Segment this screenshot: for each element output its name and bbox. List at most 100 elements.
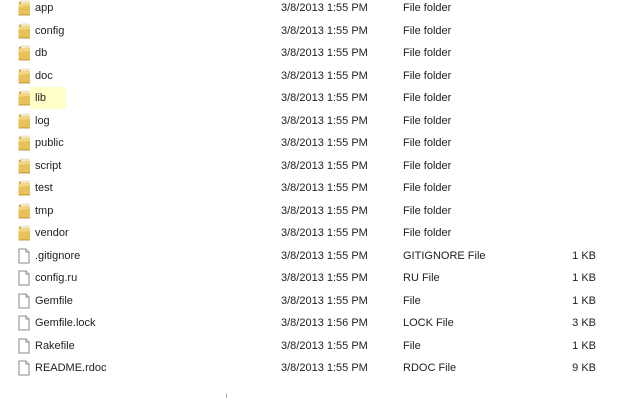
icon-cell: [17, 110, 31, 133]
date-modified: 3/8/2013 1:55 PM: [281, 182, 368, 194]
file-name[interactable]: log: [35, 110, 50, 133]
file-name[interactable]: lib: [35, 87, 46, 110]
file-icon: [17, 270, 31, 286]
folder-row-test[interactable]: test 3/8/2013 1:55 PM File folder: [0, 177, 625, 200]
file-name[interactable]: README.rdoc: [35, 357, 107, 380]
file-type: File folder: [403, 227, 452, 239]
file-row-gemfile-lock[interactable]: Gemfile.lock 3/8/2013 1:56 PM LOCK File 3 K…: [0, 312, 625, 335]
folder-icon: [17, 45, 31, 61]
file-size: [540, 110, 596, 133]
folder-row-db[interactable]: db 3/8/2013 1:55 PM File folder: [0, 42, 625, 65]
file-row-readme-rdoc[interactable]: README.rdoc 3/8/2013 1:55 PM RDOC File 9 KB: [0, 357, 625, 380]
date-modified: 3/8/2013 1:55 PM: [281, 339, 368, 352]
file-type: File folder: [403, 2, 452, 14]
icon-cell: [17, 42, 31, 65]
icon-cell: [17, 20, 31, 43]
file-name[interactable]: Rakefile: [35, 335, 75, 358]
file-type: GITIGNORE File: [403, 249, 486, 262]
file-row-rakefile[interactable]: Rakefile 3/8/2013 1:55 PM File 1 KB: [0, 335, 625, 358]
folder-row-public[interactable]: public 3/8/2013 1:55 PM File folder: [0, 132, 625, 155]
file-size: [540, 177, 596, 200]
file-icon: [17, 248, 31, 264]
folder-icon: [17, 135, 31, 151]
folder-row-tmp[interactable]: tmp 3/8/2013 1:55 PM File folder: [0, 200, 625, 223]
text-cursor-mark: [226, 393, 231, 398]
file-size: [540, 42, 596, 65]
icon-cell: [17, 357, 31, 380]
file-size: [540, 65, 596, 88]
file-name[interactable]: config: [35, 20, 64, 43]
icon-cell: [17, 312, 31, 335]
folder-row-doc[interactable]: doc 3/8/2013 1:55 PM File folder: [0, 65, 625, 88]
folder-icon: [17, 180, 31, 196]
file-name[interactable]: tmp: [35, 200, 53, 223]
file-size: 1 KB: [572, 272, 596, 284]
file-type: File folder: [403, 159, 452, 172]
file-name[interactable]: doc: [35, 65, 53, 88]
icon-cell: [17, 177, 31, 200]
folder-icon: [17, 203, 31, 219]
file-row-gemfile[interactable]: Gemfile 3/8/2013 1:55 PM File 1 KB: [0, 290, 625, 313]
file-type: File folder: [403, 24, 452, 37]
file-name[interactable]: public: [35, 132, 64, 155]
file-size: [540, 155, 596, 178]
file-size: [540, 200, 596, 223]
icon-cell: [17, 200, 31, 223]
folder-row-app[interactable]: app 3/8/2013 1:55 PM File folder: [0, 0, 625, 20]
date-modified: 3/8/2013 1:55 PM: [281, 362, 368, 374]
file-icon: [17, 338, 31, 354]
file-size: [540, 87, 596, 110]
icon-cell: [17, 222, 31, 245]
file-type: RU File: [403, 272, 440, 284]
file-name[interactable]: vendor: [35, 222, 69, 245]
file-name[interactable]: test: [35, 177, 53, 200]
file-type: File folder: [403, 47, 452, 59]
date-modified: 3/8/2013 1:55 PM: [281, 24, 368, 37]
date-modified: 3/8/2013 1:55 PM: [281, 204, 368, 217]
icon-cell: [17, 0, 31, 20]
file-size: [540, 222, 596, 245]
file-row-config-ru[interactable]: config.ru 3/8/2013 1:55 PM RU File 1 KB: [0, 267, 625, 290]
folder-row-script[interactable]: script 3/8/2013 1:55 PM File folder: [0, 155, 625, 178]
file-name[interactable]: Gemfile: [35, 290, 73, 313]
file-size: 3 KB: [572, 317, 596, 329]
folder-row-lib[interactable]: lib 3/8/2013 1:55 PM File folder: [0, 87, 625, 110]
date-modified: 3/8/2013 1:55 PM: [281, 47, 368, 59]
icon-cell: [17, 245, 31, 268]
file-icon: [17, 293, 31, 309]
file-size: 9 KB: [572, 362, 596, 374]
icon-cell: [17, 155, 31, 178]
date-modified: 3/8/2013 1:55 PM: [281, 92, 368, 104]
file-name[interactable]: Gemfile.lock: [35, 312, 96, 335]
date-modified: 3/8/2013 1:55 PM: [281, 159, 368, 172]
date-modified: 3/8/2013 1:55 PM: [281, 272, 368, 284]
file-icon: [17, 360, 31, 376]
folder-icon: [17, 23, 31, 39]
folder-row-log[interactable]: log 3/8/2013 1:55 PM File folder: [0, 110, 625, 133]
file-name[interactable]: .gitignore: [35, 245, 80, 268]
file-name[interactable]: app: [35, 0, 53, 20]
date-modified: 3/8/2013 1:55 PM: [281, 227, 368, 239]
folder-row-vendor[interactable]: vendor 3/8/2013 1:55 PM File folder: [0, 222, 625, 245]
file-name[interactable]: config.ru: [35, 267, 77, 290]
file-list: app 3/8/2013 1:55 PM File folder config 3/8/…: [0, 0, 625, 380]
date-modified: 3/8/2013 1:55 PM: [281, 2, 368, 14]
date-modified: 3/8/2013 1:55 PM: [281, 249, 368, 262]
file-size: [540, 0, 596, 20]
file-name[interactable]: db: [35, 42, 47, 65]
folder-icon: [17, 225, 31, 241]
date-modified: 3/8/2013 1:55 PM: [281, 137, 368, 149]
folder-icon: [17, 0, 31, 16]
file-type: File folder: [403, 204, 452, 217]
folder-icon: [17, 68, 31, 84]
file-type: File folder: [403, 92, 452, 104]
file-size: [540, 20, 596, 43]
file-type: File: [403, 294, 421, 307]
folder-icon: [17, 90, 31, 106]
file-size: 1 KB: [572, 294, 596, 307]
file-name[interactable]: script: [35, 155, 61, 178]
file-type: File folder: [403, 114, 452, 127]
file-size: [540, 132, 596, 155]
file-row-gitignore[interactable]: .gitignore 3/8/2013 1:55 PM GITIGNORE File…: [0, 245, 625, 268]
folder-row-config[interactable]: config 3/8/2013 1:55 PM File folder: [0, 20, 625, 43]
